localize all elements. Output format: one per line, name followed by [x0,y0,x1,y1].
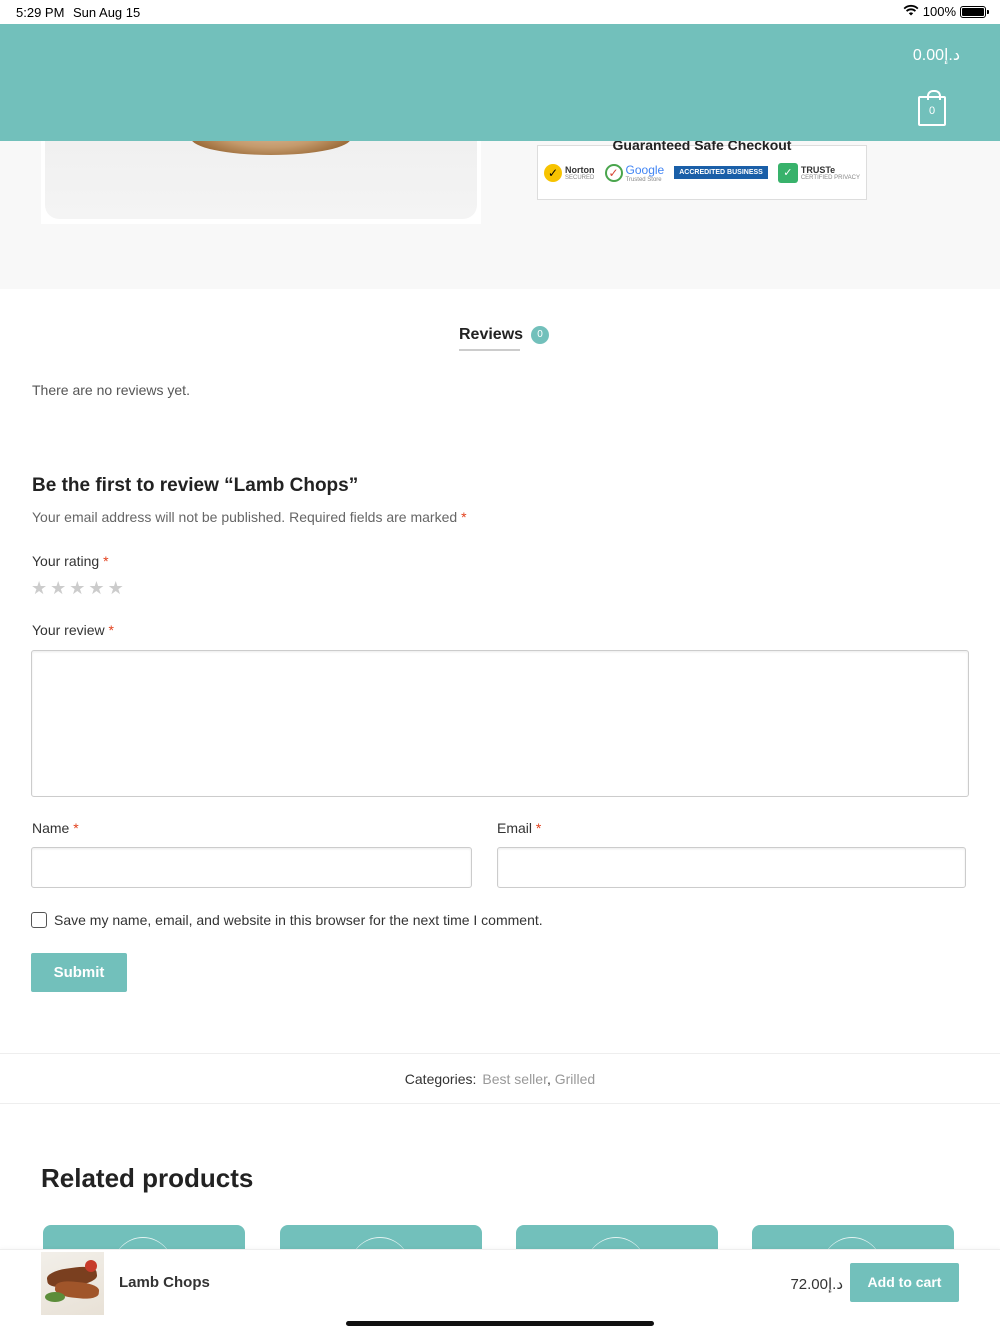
google-trusted-badge: ✓ Google Trusted Store [604,163,664,183]
related-products-title: Related products [41,1163,254,1193]
categories-label: Categories: [404,1071,477,1087]
truste-icon: ✓ [777,162,798,183]
truste-badge: ✓ TRUSTe CERTIFIED PRIVACY [777,162,860,183]
product-thumbnail [41,1252,104,1315]
email-input[interactable] [497,847,966,888]
review-textarea[interactable] [31,650,969,797]
header-cart-total[interactable]: 0.00د.إ [913,45,960,65]
name-input[interactable] [31,847,472,888]
status-bar: 5:29 PM Sun Aug 15 100% [0,0,1000,24]
required-mark: * [461,509,467,525]
save-info-checkbox[interactable] [31,912,47,928]
star-icon[interactable]: ★ [108,578,124,599]
product-summary: ✓ Norton SECURED ✓ Google Trusted Store AC… [0,137,1000,289]
trust-badges: ✓ Norton SECURED ✓ Google Trusted Store AC… [537,145,867,200]
review-form-heading: Be the first to review “Lamb Chops” [32,475,359,496]
battery-icon [960,5,989,18]
star-icon[interactable]: ★ [50,578,66,599]
home-indicator[interactable] [346,1321,654,1326]
no-reviews-message: There are no reviews yet. [32,382,190,398]
category-link-best-seller[interactable]: Best seller [482,1071,547,1087]
email-note: Your email address will not be published… [32,509,467,525]
rating-label: Your rating * [32,553,109,569]
reviews-count-badge: 0 [531,326,550,344]
email-label: Email * [497,820,542,836]
category-link-grilled[interactable]: Grilled [555,1071,595,1087]
tab-underline [459,349,520,351]
tab-reviews[interactable]: Reviews 0 [459,326,550,344]
sticky-product-name: Lamb Chops [119,1274,210,1291]
status-time: 5:29 PM [16,5,65,20]
cart-count: 0 [928,105,936,117]
star-icon[interactable]: ★ [69,578,85,599]
bbb-badge: ACCREDITED BUSINESS [674,166,768,179]
review-label: Your review * [32,622,114,638]
star-rating[interactable]: ★ ★ ★ ★ ★ [31,578,124,599]
status-right: 100% [903,4,989,19]
name-label: Name * [32,820,79,836]
norton-badge: ✓ Norton SECURED [544,163,595,182]
sticky-product-price: 72.00د.إ [790,1276,843,1293]
product-image[interactable] [41,141,481,224]
wifi-icon [903,4,919,19]
tab-reviews-label: Reviews [459,326,524,343]
categories-bar: Categories: Best seller, Grilled [0,1053,1000,1104]
check-icon: ✓ [544,163,563,182]
star-icon[interactable]: ★ [31,578,47,599]
add-to-cart-button[interactable]: Add to cart [850,1263,959,1302]
save-info-label: Save my name, email, and website in this… [54,912,543,928]
battery-percent: 100% [922,4,956,19]
star-icon[interactable]: ★ [88,578,104,599]
shopping-bag-icon[interactable]: 0 [918,90,946,126]
status-date: Sun Aug 15 [73,5,141,20]
site-header: 0.00د.إ 0 [0,24,1000,141]
submit-button[interactable]: Submit [31,953,127,992]
save-info-row[interactable]: Save my name, email, and website in this… [31,912,543,928]
check-icon: ✓ [604,163,623,182]
